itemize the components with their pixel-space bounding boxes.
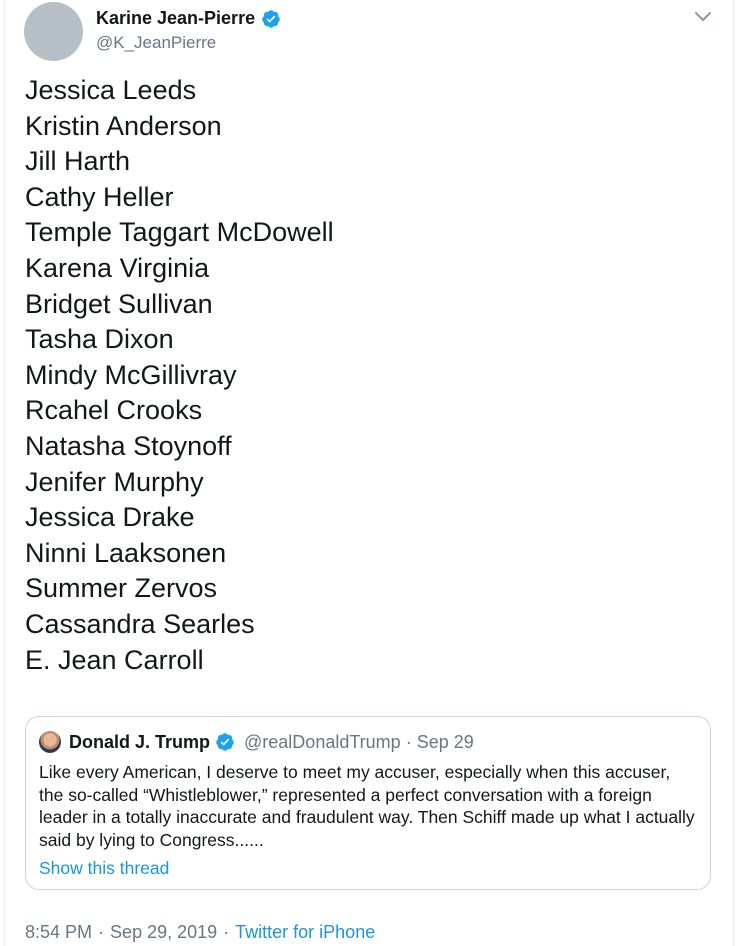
name-list-item: E. Jean Carroll	[25, 644, 204, 675]
quoted-display-name[interactable]: Donald J. Trump	[69, 732, 210, 753]
name-list-item: Kristin Anderson	[25, 110, 222, 141]
name-list-item: Temple Taggart McDowell	[25, 217, 334, 248]
chevron-down-icon[interactable]	[692, 8, 714, 26]
name-list-item: Natasha Stoynoff	[25, 430, 232, 461]
tweet-time[interactable]: 8:54 PM	[25, 922, 92, 942]
verified-badge-icon	[216, 733, 234, 751]
name-list-item: Ninni Laaksonen	[25, 537, 227, 568]
name-list-item: Jill Harth	[25, 146, 131, 177]
tweet-footer: 8:54 PM · Sep 29, 2019 · Twitter for iPhone	[25, 922, 375, 943]
name-list-item: Rcahel Crooks	[25, 395, 203, 426]
author-name-row: Karine Jean-Pierre	[96, 8, 281, 29]
avatar[interactable]	[24, 2, 83, 61]
quoted-tweet-header: Donald J. Trump @realDonaldTrump · Sep 2…	[39, 731, 474, 753]
name-list-item: Bridget Sullivan	[25, 288, 213, 319]
author-handle[interactable]: @K_JeanPierre	[96, 33, 216, 53]
tweet-source-link[interactable]: Twitter for iPhone	[235, 922, 375, 942]
quoted-tweet-text: Like every American, I deserve to meet m…	[39, 762, 695, 850]
quoted-date[interactable]: Sep 29	[417, 732, 474, 753]
quoted-avatar[interactable]	[39, 731, 61, 753]
frame-left-border	[4, 0, 5, 946]
tweet-date[interactable]: Sep 29, 2019	[110, 922, 217, 942]
quoted-handle[interactable]: @realDonaldTrump	[244, 732, 401, 753]
frame-right-border	[733, 0, 734, 946]
author-display-name[interactable]: Karine Jean-Pierre	[96, 8, 255, 29]
name-list-item: Cathy Heller	[25, 181, 174, 212]
name-list-item: Jessica Leeds	[25, 75, 197, 105]
name-list-item: Summer Zervos	[25, 573, 218, 604]
show-thread-link[interactable]: Show this thread	[39, 858, 169, 879]
name-list-item: Tasha Dixon	[25, 324, 174, 355]
verified-badge-icon	[262, 9, 280, 28]
name-list-item: Mindy McGillivray	[25, 359, 237, 390]
name-list-item: Cassandra Searles	[25, 608, 255, 639]
footer-separator: ·	[98, 922, 105, 942]
footer-separator: ·	[223, 922, 230, 942]
tweet-header: Karine Jean-Pierre @K_JeanPierre	[24, 2, 724, 62]
name-list-item: Karena Virginia	[25, 252, 210, 283]
quoted-separator: ·	[405, 731, 412, 752]
tweet-body-name-list: Jessica Leeds Kristin Anderson Jill Hart…	[25, 73, 334, 678]
name-list-item: Jessica Drake	[25, 502, 195, 533]
quoted-tweet-card[interactable]: Donald J. Trump @realDonaldTrump · Sep 2…	[25, 716, 711, 890]
name-list-item: Jenifer Murphy	[25, 466, 204, 497]
